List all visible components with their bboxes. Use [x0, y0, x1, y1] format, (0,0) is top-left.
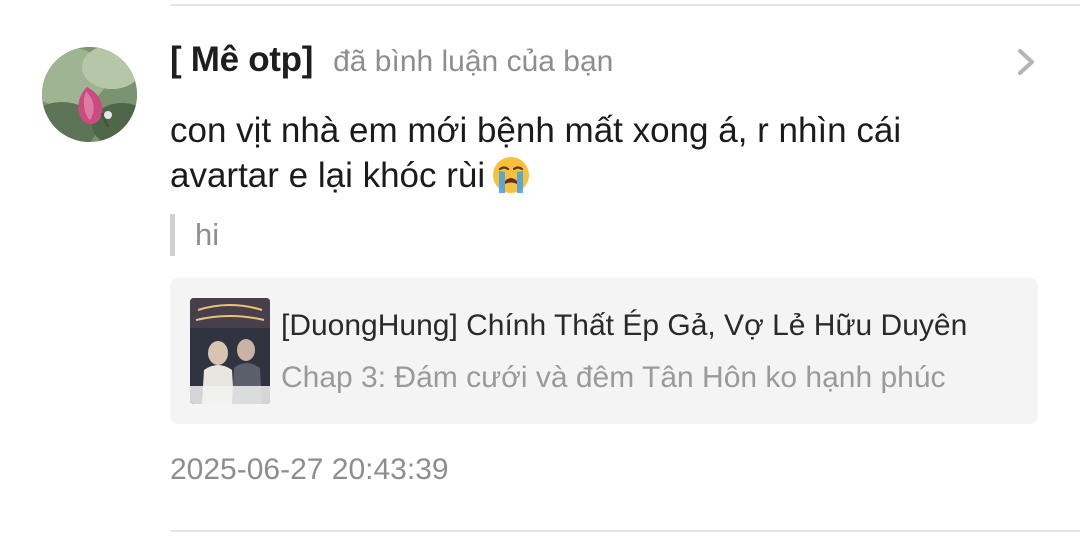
story-cover-image — [190, 298, 270, 404]
comment-line: con vịt nhà em mới bệnh mất xong á, r nh… — [170, 111, 902, 150]
story-title: [DuongHung] Chính Thất Ép Gả, Vợ Lẻ Hữu … — [281, 309, 968, 342]
comment-notification[interactable]: [ Mê otp] đã bình luận của bạn con vịt n… — [0, 0, 1080, 537]
story-card[interactable]: [DuongHung] Chính Thất Ép Gả, Vợ Lẻ Hữu … — [170, 278, 1038, 424]
avatar[interactable] — [42, 47, 137, 142]
comment-line: avartar e lại khóc rùi — [170, 153, 1030, 198]
divider — [170, 530, 1080, 532]
notification-header: [ Mê otp] đã bình luận của bạn — [170, 40, 613, 90]
username[interactable]: [ Mê otp] — [170, 40, 313, 80]
action-text: đã bình luận của bạn — [333, 45, 614, 78]
chevron-right-icon[interactable] — [1012, 46, 1042, 78]
timestamp: 2025-06-27 20:43:39 — [170, 453, 449, 486]
comment-line-text: avartar e lại khóc rùi — [170, 156, 486, 195]
loudly-crying-face-emoji-icon — [493, 157, 530, 193]
comment-text: con vịt nhà em mới bệnh mất xong á, r nh… — [170, 108, 1030, 198]
quoted-original-comment: hi — [170, 214, 219, 256]
story-chapter: Chap 3: Đám cưới và đêm Tân Hôn ko hạnh … — [281, 361, 946, 394]
avatar-lotus-image — [42, 47, 137, 142]
divider — [170, 4, 1080, 6]
